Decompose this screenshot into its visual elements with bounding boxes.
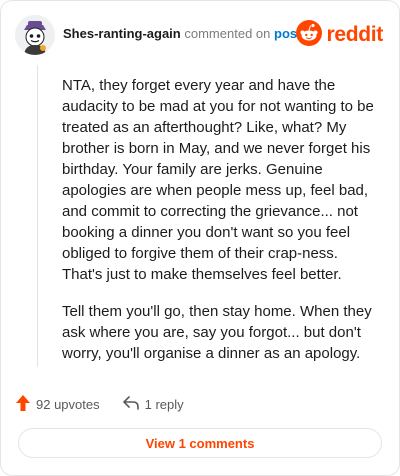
comment-card: Shes-ranting-again commented on post red… <box>0 0 400 476</box>
comment-meta: Shes-ranting-again commented on post <box>63 26 301 42</box>
upvote-arrow-icon <box>15 394 36 415</box>
upvote-count: 92 upvotes <box>36 396 100 412</box>
thread-line <box>37 65 38 367</box>
comment-body: NTA, they forget every year and have the… <box>62 75 378 380</box>
comment-actions: 92 upvotes 1 reply <box>15 393 206 415</box>
view-comments-button[interactable]: View 1 comments <box>18 428 382 458</box>
view-comments-label: View 1 comments <box>145 435 255 451</box>
commented-on-text: commented on <box>184 26 271 41</box>
comment-paragraph-2: Tell them you'll go, then stay home. Whe… <box>62 303 372 362</box>
comment-header: Shes-ranting-again commented on post red… <box>15 15 385 55</box>
comment-paragraph-1: NTA, they forget every year and have the… <box>62 77 374 283</box>
reply-count: 1 reply <box>144 396 184 412</box>
reddit-wordmark: reddit <box>326 23 383 46</box>
reddit-brand[interactable]: reddit <box>296 19 383 51</box>
reddit-logo-icon <box>296 19 323 51</box>
reply-button[interactable]: 1 reply <box>122 395 184 414</box>
user-avatar[interactable] <box>15 15 55 55</box>
upvote-button[interactable]: 92 upvotes <box>15 394 100 415</box>
username-link[interactable]: Shes-ranting-again <box>63 26 181 41</box>
reply-arrow-icon <box>122 395 145 414</box>
